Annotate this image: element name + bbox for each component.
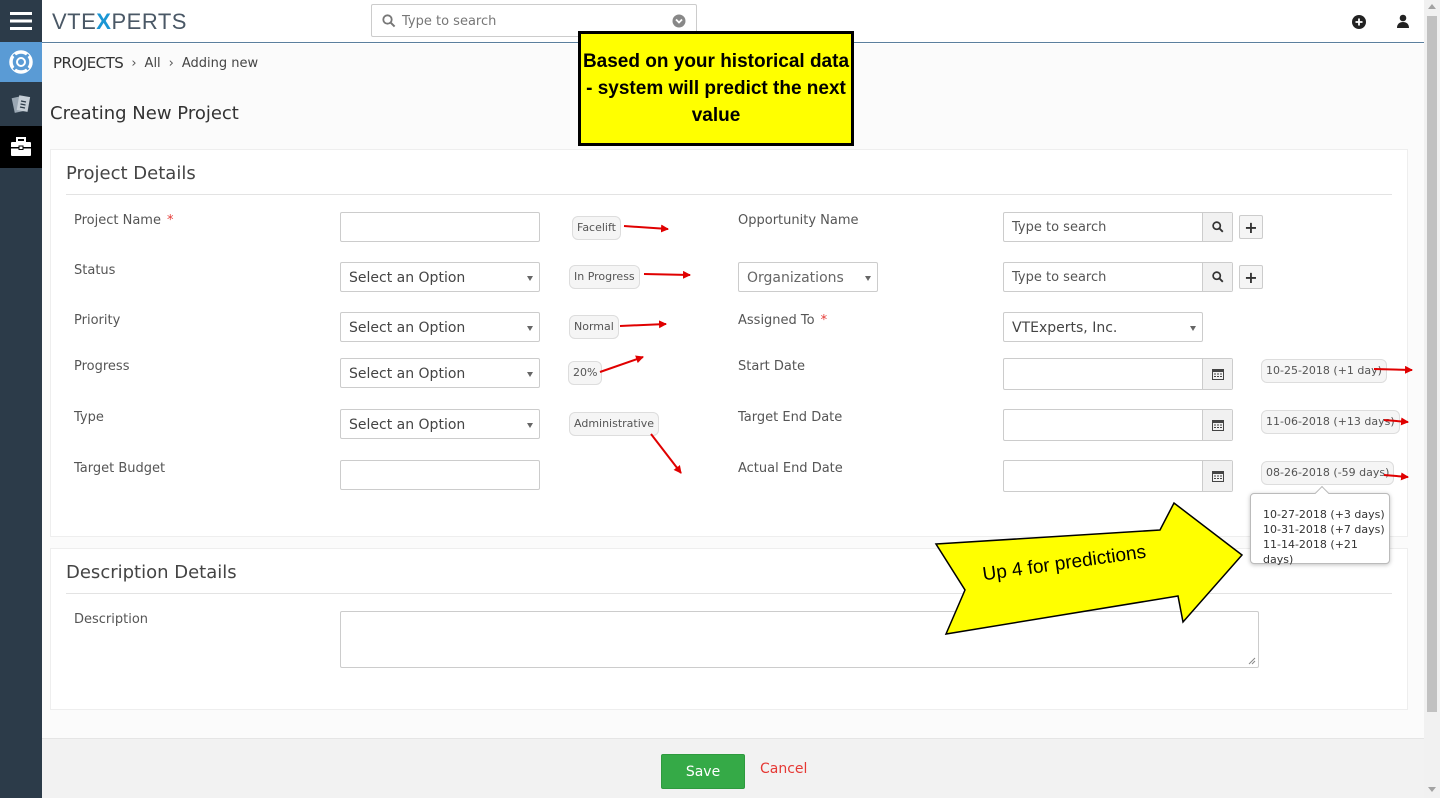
menu-button[interactable]	[0, 0, 42, 42]
type-select[interactable]: Select an Option	[340, 409, 540, 439]
form-footer: Save Cancel	[42, 738, 1424, 798]
description-label: Description	[74, 612, 149, 627]
documents-icon	[11, 95, 31, 113]
plus-icon: +	[1244, 267, 1258, 287]
opportunity-search-input[interactable]: Type to search	[1003, 212, 1233, 242]
plus-icon: +	[1244, 217, 1258, 237]
section-divider	[66, 194, 1392, 195]
progress-prediction[interactable]: 20%	[568, 361, 603, 385]
lifebuoy-icon	[9, 50, 33, 74]
priority-label: Priority	[74, 313, 121, 328]
left-rail	[0, 0, 42, 798]
assigned-to-select[interactable]: VTExperts, Inc.	[1003, 312, 1203, 342]
section-divider	[66, 593, 1392, 594]
calendar-icon	[1211, 420, 1224, 431]
project-details-heading: Project Details	[66, 163, 196, 184]
save-button[interactable]: Save	[661, 754, 745, 789]
target-end-date-input[interactable]	[1003, 409, 1233, 441]
chevron-down-icon	[1190, 326, 1196, 331]
add-organization-button[interactable]: +	[1239, 265, 1263, 289]
type-label: Type	[74, 410, 104, 425]
priority-select[interactable]: Select an Option	[340, 312, 540, 342]
actual-end-date-prediction[interactable]: 08-26-2018 (-59 days)	[1261, 461, 1395, 485]
rail-support-button[interactable]	[0, 42, 42, 82]
search-icon	[382, 14, 396, 28]
breadcrumb-separator: ›	[168, 55, 174, 71]
global-search-placeholder: Type to search	[402, 14, 497, 29]
breadcrumb-filter[interactable]: All	[145, 56, 161, 71]
chevron-down-icon	[527, 372, 533, 377]
description-textarea[interactable]	[340, 611, 1259, 668]
opportunity-search-button[interactable]	[1202, 213, 1232, 241]
target-end-date-prediction[interactable]: 11-06-2018 (+13 days)	[1261, 410, 1400, 434]
main-content: PROJECTS › All › Adding new Creating New…	[42, 44, 1424, 738]
priority-prediction[interactable]: Normal	[569, 315, 619, 339]
actual-end-date-calendar-button[interactable]	[1202, 461, 1232, 491]
page-title: Creating New Project	[50, 103, 239, 124]
actual-end-date-input[interactable]	[1003, 460, 1233, 492]
target-budget-label: Target Budget	[74, 461, 166, 476]
rail-documents-button[interactable]	[0, 84, 42, 124]
assigned-to-label: Assigned To *	[738, 313, 828, 328]
chevron-down-icon	[527, 276, 533, 281]
description-details-heading: Description Details	[66, 562, 237, 583]
resize-grip-icon[interactable]	[1248, 657, 1256, 665]
project-name-prediction[interactable]: Facelift	[572, 216, 621, 240]
app-logo[interactable]: VTEXPERTS	[52, 9, 187, 35]
progress-label: Progress	[74, 359, 130, 374]
plus-circle-icon[interactable]	[1352, 15, 1366, 29]
organization-search-button[interactable]	[1202, 263, 1232, 291]
user-icon[interactable]	[1397, 14, 1409, 28]
type-prediction[interactable]: Administrative	[569, 412, 660, 436]
project-name-input[interactable]	[340, 212, 540, 242]
prediction-option[interactable]: 11-14-2018 (+21 days)	[1263, 537, 1389, 567]
calendar-icon	[1211, 369, 1224, 380]
vertical-scrollbar[interactable]	[1424, 0, 1440, 798]
search-icon	[1211, 271, 1223, 283]
project-name-label: Project Name *	[74, 213, 174, 228]
status-prediction[interactable]: In Progress	[569, 265, 640, 289]
calendar-icon	[1211, 471, 1224, 482]
breadcrumb-current: Adding new	[181, 55, 259, 71]
start-date-calendar-button[interactable]	[1202, 359, 1232, 389]
search-icon	[1211, 221, 1223, 233]
progress-select[interactable]: Select an Option	[340, 358, 540, 388]
breadcrumb-separator: ›	[131, 55, 137, 71]
prediction-option[interactable]: 10-27-2018 (+3 days)	[1263, 507, 1389, 522]
organization-search-input[interactable]: Type to search	[1003, 262, 1233, 292]
chevron-down-icon	[865, 276, 871, 281]
menu-icon	[10, 12, 32, 30]
briefcase-icon	[11, 137, 31, 156]
predictions-popup: 10-27-2018 (+3 days) 10-31-2018 (+7 days…	[1250, 485, 1390, 567]
status-select[interactable]: Select an Option	[340, 262, 540, 292]
rail-projects-button[interactable]	[0, 126, 42, 168]
start-date-input[interactable]	[1003, 358, 1233, 390]
prediction-option[interactable]: 10-31-2018 (+7 days)	[1263, 522, 1389, 537]
chevron-down-icon[interactable]	[672, 14, 686, 28]
opportunity-name-label: Opportunity Name	[738, 213, 859, 228]
project-details-panel: Project Details Project Name * Facelift S…	[50, 149, 1408, 537]
related-type-select[interactable]: Organizations	[738, 262, 878, 292]
target-end-date-label: Target End Date	[738, 410, 843, 425]
status-label: Status	[74, 263, 116, 278]
description-details-panel: Description Details Description	[50, 548, 1408, 710]
actual-end-date-label: Actual End Date	[738, 461, 843, 476]
chevron-down-icon	[527, 423, 533, 428]
start-date-label: Start Date	[738, 359, 805, 374]
breadcrumb: PROJECTS › All › Adding new	[53, 54, 258, 72]
start-date-prediction[interactable]: 10-25-2018 (+1 day)	[1261, 359, 1387, 383]
target-budget-input[interactable]	[340, 460, 540, 490]
scroll-thumb[interactable]	[1427, 16, 1437, 712]
breadcrumb-module[interactable]: PROJECTS	[53, 54, 124, 72]
add-opportunity-button[interactable]: +	[1239, 215, 1263, 239]
cancel-link[interactable]: Cancel	[760, 761, 807, 777]
annotation-callout: Based on your historical data - system w…	[578, 31, 854, 146]
chevron-down-icon	[527, 326, 533, 331]
scroll-up-arrow[interactable]	[1428, 4, 1436, 9]
target-end-date-calendar-button[interactable]	[1202, 410, 1232, 440]
scroll-down-arrow[interactable]	[1428, 787, 1436, 792]
